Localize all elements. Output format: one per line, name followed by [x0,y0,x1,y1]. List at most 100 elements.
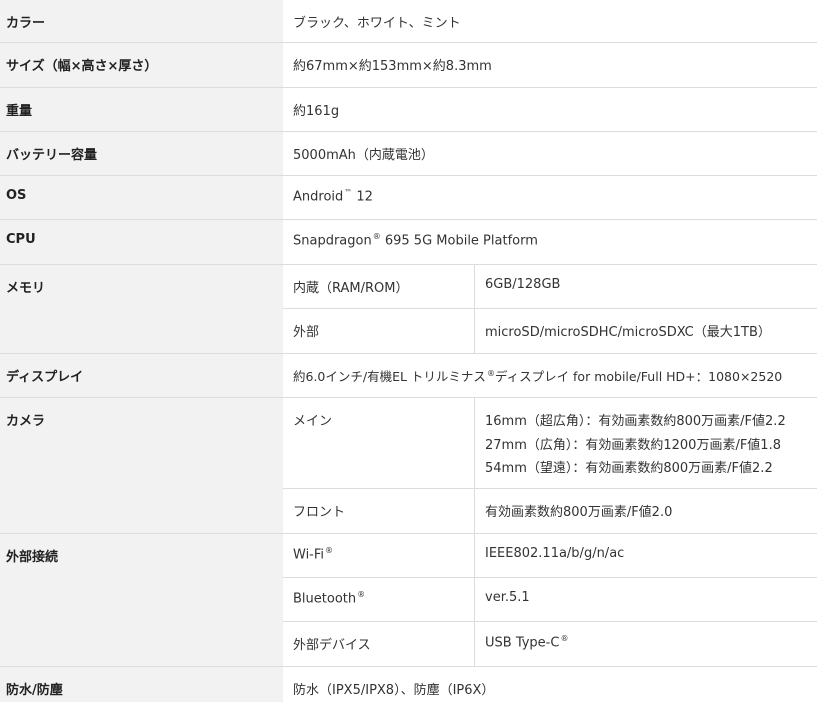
spec-label: 重量 [6,104,33,119]
sub-label-cell: Wi-Fi® [283,534,475,578]
spec-value-cell: ブラック、ホワイト、ミント [283,0,817,43]
spec-value-cell: Android™ 12 [283,176,817,220]
registered-mark: ® [372,232,381,241]
spec-label-cell: ディスプレイ [0,354,283,398]
spec-value: 5000mAh（内蔵電池） [293,148,434,163]
sub-label: Wi-Fi® [293,546,333,562]
sub-label-cell: Bluetooth® [283,578,475,622]
sub-value-cell: 16mm（超広角）：有効画素数約800万画素/F値2.2 27mm（広角）：有効… [475,398,817,489]
spec-label: 外部接続 [6,550,59,565]
sub-label-cell: フロント [283,489,475,534]
sub-label: 外部 [293,325,320,340]
sub-value: microSD/microSDHC/microSDXC（最大1TB） [485,325,771,340]
spec-row-battery: バッテリー容量 5000mAh（内蔵電池） [0,132,817,176]
sub-label-cell: 外部デバイス [283,622,475,667]
camera-wide-spec: 27mm（広角）：有効画素数約1200万画素/F値1.8 [485,438,781,453]
registered-mark: ® [560,634,569,643]
spec-row-weight: 重量 約161g [0,88,817,132]
os-name: Android [293,189,344,205]
wifi-row: Wi-Fi® IEEE802.11a/b/g/n/ac [283,534,817,578]
spec-label: OS [6,188,27,203]
spec-label-cell: カラー [0,0,283,43]
spec-value: Snapdragon® 695 5G Mobile Platform [293,232,538,248]
spec-value-cell: 約6.0インチ/有機EL トリルミナス®ディスプレイ for mobile/Fu… [283,354,817,398]
os-version: 12 [356,189,373,205]
spec-label-cell: 防水/防塵 [0,667,283,702]
sub-value-cell: 6GB/128GB [475,265,817,309]
spec-row-waterproof: 防水/防塵 防水（IPX5/IPX8）、防塵（IP6X） [0,667,817,702]
spec-label-cell: バッテリー容量 [0,132,283,176]
spec-row-connectivity: 外部接続 Wi-Fi® IEEE802.11a/b/g/n/ac Bluetoo… [0,534,817,667]
spec-row-os: OS Android™ 12 [0,176,817,220]
sub-value-cell: ver.5.1 [475,578,817,622]
spec-label: メモリ [6,281,46,296]
spec-label: CPU [6,232,36,247]
sub-label: Bluetooth® [293,590,365,606]
sub-value: USB Type-C® [485,634,568,650]
display-spec-rest: ディスプレイ for mobile/Full HD+：1080×2520 [494,369,783,384]
spec-row-color: カラー ブラック、ホワイト、ミント [0,0,817,43]
wifi-label: Wi-Fi [293,547,325,563]
spec-value: 約67mm×約153mm×約8.3mm [293,59,492,74]
camera-ultrawide-spec: 16mm（超広角）：有効画素数約800万画素/F値2.2 [485,414,786,429]
camera-main-row: メイン 16mm（超広角）：有効画素数約800万画素/F値2.2 27mm（広角… [283,398,817,489]
spec-table: カラー ブラック、ホワイト、ミント サイズ（幅×高さ×厚さ） 約67mm×約15… [0,0,817,702]
sub-label: 内蔵（RAM/ROM） [293,281,409,296]
spec-label-cell: サイズ（幅×高さ×厚さ） [0,43,283,88]
display-spec: 約6.0インチ/有機EL トリルミナス [293,369,486,384]
spec-label: バッテリー容量 [6,148,98,163]
spec-label: ディスプレイ [6,370,84,385]
sub-value: IEEE802.11a/b/g/n/ac [485,546,625,561]
registered-mark: ® [357,590,366,599]
sub-value-cell: 有効画素数約800万画素/F値2.0 [475,489,817,534]
spec-value-cell: 約67mm×約153mm×約8.3mm [283,43,817,88]
spec-value-cell: 5000mAh（内蔵電池） [283,132,817,176]
sub-value-cell: microSD/microSDHC/microSDXC（最大1TB） [475,309,817,354]
spec-label: カラー [6,16,46,31]
spec-value: Android™ 12 [293,188,373,204]
registered-mark: ® [486,368,495,378]
sub-label: メイン [293,414,333,429]
external-device-row: 外部デバイス USB Type-C® [283,622,817,667]
spec-row-memory: メモリ 内蔵（RAM/ROM） 6GB/128GB 外部 microSD/mic… [0,265,817,354]
spec-label: カメラ [6,414,46,429]
spec-value-cell: 約161g [283,88,817,132]
device-value: USB Type-C [485,635,560,651]
spec-value: 約161g [293,104,340,119]
sub-value-cell: IEEE802.11a/b/g/n/ac [475,534,817,578]
sub-value: ver.5.1 [485,590,530,605]
spec-label: サイズ（幅×高さ×厚さ） [6,59,158,74]
spec-label-cell: 重量 [0,88,283,132]
camera-front-row: フロント 有効画素数約800万画素/F値2.0 [283,489,817,534]
spec-row-camera: カメラ メイン 16mm（超広角）：有効画素数約800万画素/F値2.2 27m… [0,398,817,534]
cpu-brand: Snapdragon [293,233,372,249]
registered-mark: ® [325,546,334,555]
sub-label-cell: 内蔵（RAM/ROM） [283,265,475,309]
memory-external-row: 外部 microSD/microSDHC/microSDXC（最大1TB） [283,309,817,354]
spec-row-display: ディスプレイ 約6.0インチ/有機EL トリルミナス®ディスプレイ for mo… [0,354,817,398]
spec-label-cell: メモリ [0,265,283,354]
spec-label-cell: カメラ [0,398,283,534]
spec-value: 防水（IPX5/IPX8）、防塵（IP6X） [293,683,495,698]
spec-value: 約6.0インチ/有機EL トリルミナス®ディスプレイ for mobile/Fu… [293,366,782,385]
sub-label-cell: メイン [283,398,475,489]
spec-row-cpu: CPU Snapdragon® 695 5G Mobile Platform [0,220,817,265]
sub-label: フロント [293,505,346,520]
bluetooth-label: Bluetooth [293,591,357,607]
bluetooth-row: Bluetooth® ver.5.1 [283,578,817,622]
sub-value: 有効画素数約800万画素/F値2.0 [485,505,673,520]
cpu-model: 695 5G Mobile Platform [384,233,538,249]
trademark-mark: ™ [344,188,353,197]
spec-row-size: サイズ（幅×高さ×厚さ） 約67mm×約153mm×約8.3mm [0,43,817,88]
spec-value-cell: Snapdragon® 695 5G Mobile Platform [283,220,817,265]
spec-value: ブラック、ホワイト、ミント [293,16,461,31]
spec-label: 防水/防塵 [6,683,63,698]
sub-label-cell: 外部 [283,309,475,354]
spec-label-cell: OS [0,176,283,220]
sub-value-cell: USB Type-C® [475,622,817,667]
memory-internal-row: 内蔵（RAM/ROM） 6GB/128GB [283,265,817,309]
sub-label: 外部デバイス [293,638,371,653]
spec-label-cell: 外部接続 [0,534,283,667]
camera-tele-spec: 54mm（望遠）：有効画素数約800万画素/F値2.2 [485,461,773,476]
sub-value: 6GB/128GB [485,277,561,292]
